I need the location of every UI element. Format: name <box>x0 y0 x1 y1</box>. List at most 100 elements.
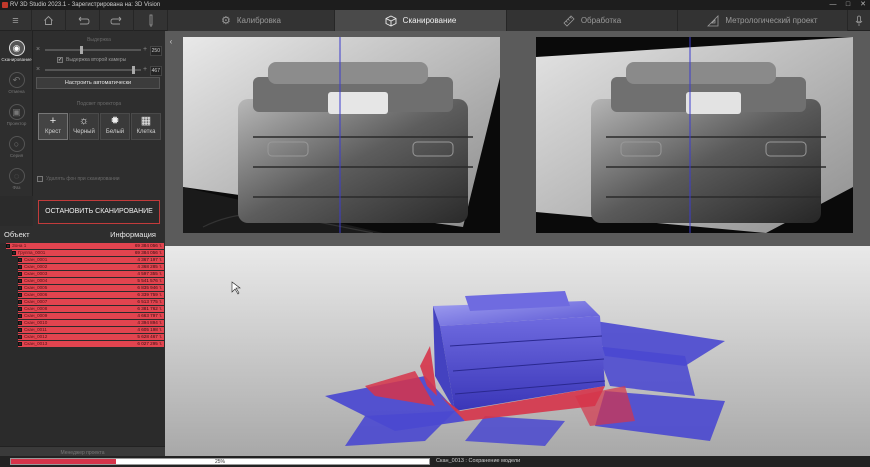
second-camera-checkbox[interactable]: ✓ <box>57 57 63 63</box>
exposure-slider[interactable]: × + 250 <box>36 46 162 56</box>
sidebar-item-label: Серия <box>9 153 24 158</box>
row-name: Скан_0002 <box>24 264 48 269</box>
mic-button[interactable] <box>848 10 870 31</box>
right-camera-view[interactable] <box>536 37 853 233</box>
tab-metrology-project[interactable]: Метрологический проект <box>678 10 848 31</box>
row-checkbox[interactable] <box>6 244 10 248</box>
row-checkbox[interactable] <box>18 286 22 290</box>
left-camera-view[interactable] <box>183 37 500 233</box>
collapse-panel-button[interactable]: ‹ <box>166 35 176 49</box>
row-info: 6 835 946 т. <box>137 285 162 290</box>
row-checkbox[interactable] <box>18 342 22 346</box>
remove-background-checkbox[interactable] <box>37 176 43 182</box>
sidebar-item-series[interactable]: ○ Серия <box>0 133 33 163</box>
close-button[interactable]: ✕ <box>856 0 870 10</box>
row-name: Скан_0012 <box>24 334 48 339</box>
3d-viewport[interactable] <box>165 246 870 456</box>
exposure-value[interactable]: 250 <box>149 46 162 56</box>
row-info: 4 597 355 т. <box>137 271 162 276</box>
minimize-button[interactable]: — <box>826 0 840 10</box>
row-checkbox[interactable] <box>18 293 22 297</box>
slider-thumb[interactable] <box>80 46 83 54</box>
minus-icon[interactable]: × <box>36 66 40 74</box>
row-checkbox[interactable] <box>18 272 22 276</box>
probe-button[interactable] <box>134 10 168 31</box>
row-checkbox[interactable] <box>18 335 22 339</box>
tab-calibration[interactable]: ⚙ Калибровка <box>168 10 335 31</box>
menu-button[interactable]: ≡ <box>0 10 32 31</box>
tree-row[interactable]: Скан_0008 6 381 762 т. <box>18 306 164 312</box>
row-name: Скан_0003 <box>24 271 48 276</box>
pattern-label: Белый <box>105 129 125 135</box>
home-button[interactable] <box>32 10 66 31</box>
tree-row[interactable]: Скан_0003 4 597 355 т. <box>18 271 164 277</box>
plus-icon[interactable]: + <box>143 66 147 74</box>
stop-scanning-button[interactable]: ОСТАНОВИТЬ СКАНИРОВАНИЕ <box>38 200 160 224</box>
progress-percent: 25% <box>214 459 225 465</box>
row-checkbox[interactable] <box>18 328 22 332</box>
sidebar-item-label: Фаз <box>12 185 21 190</box>
undo-button[interactable] <box>66 10 100 31</box>
sidebar-item-cancel[interactable]: ↶ Отмена <box>0 69 33 99</box>
row-checkbox[interactable] <box>18 265 22 269</box>
slider-track[interactable] <box>45 69 141 71</box>
tree-row[interactable]: Скан_0010 4 394 894 т. <box>18 320 164 326</box>
sidebar-item-scanning[interactable]: ◉ Сканирование <box>0 37 33 67</box>
pattern-white-button[interactable]: ✹ Белый <box>100 113 130 140</box>
slider-track[interactable] <box>45 49 141 51</box>
series-icon: ○ <box>8 136 25 152</box>
scan-settings-panel: Выдержка × + 250 ✓ Выдержка второй камер… <box>33 31 165 226</box>
tree-row[interactable]: Скан_0006 6 339 759 т. <box>18 292 164 298</box>
row-checkbox[interactable] <box>12 251 16 255</box>
sidebar-item-projector[interactable]: ▣ Проектор <box>0 101 33 131</box>
sun-filled-icon: ✹ <box>110 115 120 127</box>
status-bar: 25% Скан_0013 : Сохранение модели <box>0 456 870 467</box>
tree-row[interactable]: Скан_0002 4 368 285 т. <box>18 264 164 270</box>
tree-row[interactable]: Скан_0001 4 367 197 т. <box>18 257 164 263</box>
minus-icon[interactable]: × <box>36 46 40 54</box>
tree-row[interactable]: Скан_0011 4 605 198 т. <box>18 327 164 333</box>
row-info: 4 367 197 т. <box>137 257 162 262</box>
tree-row[interactable]: Скан_0004 5 541 576 т. <box>18 278 164 284</box>
chevron-left-icon: ‹ <box>169 37 173 46</box>
scan-progress-bar: 25% <box>10 458 430 465</box>
row-checkbox[interactable] <box>18 307 22 311</box>
row-info: 6 339 759 т. <box>137 292 162 297</box>
row-info: 69 384 056 т. <box>134 250 162 255</box>
row-checkbox[interactable] <box>18 300 22 304</box>
tree-row[interactable]: Скан_0012 5 628 467 т. <box>18 334 164 340</box>
plus-icon[interactable]: + <box>143 46 147 54</box>
app-window: RV 3D Studio 2023.1 - Зарегистрирована н… <box>0 0 870 467</box>
checkerboard-icon: ▦ <box>140 115 152 127</box>
sidebar-item-label: Сканирование <box>1 57 32 62</box>
pattern-label: Крест <box>45 129 61 135</box>
tab-scanning[interactable]: Сканирование <box>335 10 507 31</box>
pattern-black-button[interactable]: ☼ Черный <box>69 113 99 140</box>
row-checkbox[interactable] <box>18 279 22 283</box>
tree-row[interactable]: Скан_0013 6 027 295 т. <box>18 341 164 347</box>
tab-processing[interactable]: Обработка <box>507 10 678 31</box>
slider-thumb[interactable] <box>132 66 135 74</box>
row-checkbox[interactable] <box>18 314 22 318</box>
microphone-icon <box>855 15 863 26</box>
auto-adjust-button[interactable]: Настроить автоматически <box>36 77 160 89</box>
object-column-header: Объект <box>4 230 30 239</box>
row-name: Скан_0007 <box>24 299 48 304</box>
tree-row[interactable]: Скан_0009 4 663 797 т. <box>18 313 164 319</box>
tree-row[interactable]: Группа_0001 69 384 056 т. <box>12 250 164 256</box>
sidebar-item-phase[interactable]: ◌ Фаз <box>0 165 33 195</box>
row-name: Скан_0009 <box>24 313 48 318</box>
row-checkbox[interactable] <box>18 321 22 325</box>
redo-button[interactable] <box>100 10 134 31</box>
row-info: 69 384 056 т. <box>134 243 162 248</box>
tree-row[interactable]: Скан_0005 6 835 946 т. <box>18 285 164 291</box>
row-checkbox[interactable] <box>18 258 22 262</box>
tree-row[interactable]: Скан_0007 6 513 775 т. <box>18 299 164 305</box>
row-info: 5 628 467 т. <box>137 334 162 339</box>
tree-row[interactable]: Зона 1 69 384 056 т. <box>6 243 164 249</box>
second-exposure-slider[interactable]: × + 467 <box>36 66 162 76</box>
maximize-button[interactable]: □ <box>841 0 855 10</box>
pattern-cross-button[interactable]: + Крест <box>38 113 68 140</box>
second-exposure-value[interactable]: 467 <box>149 66 162 76</box>
pattern-checker-button[interactable]: ▦ Клетка <box>131 113 161 140</box>
